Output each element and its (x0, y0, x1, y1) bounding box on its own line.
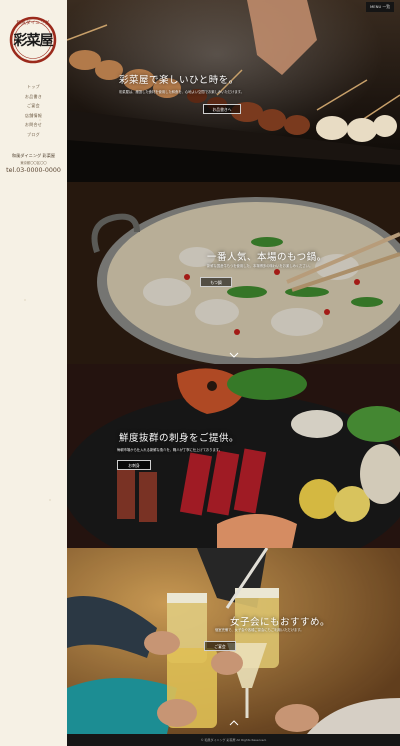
sidebar: 和風ダイニング 彩菜屋 トップ お品書き ご宴会 店舗情報 お問合せ ブログ 和… (0, 0, 67, 746)
logo-name: 彩菜屋 (13, 33, 54, 49)
party-text: 個室完備で、女子会や各種ご宴会にもご利用いただけます。 (215, 628, 304, 632)
motsunabe-section: 一番人気、本場のもつ鍋。 新鮮な国産牛もつを使用した、本場博多の味わいをお楽しみ… (67, 182, 400, 364)
logo-tagline: 和風ダイニング (16, 21, 50, 26)
hero-title: 彩菜屋で楽しいひと時を。 (119, 75, 239, 86)
hero-menu-button[interactable]: お品書きへ (203, 104, 241, 114)
motsunabe-photo (67, 182, 400, 364)
main-content: MENU 一覧 彩菜屋で楽しいひと時を。 彩菜屋は、厳選した食材を使用した和食を… (67, 0, 400, 746)
motsunabe-title: 一番人気、本場のもつ鍋。 (207, 252, 327, 263)
nav-item-shop-info[interactable]: 店舗情報 (0, 111, 67, 121)
nav-item-banquet[interactable]: ご宴会 (0, 101, 67, 111)
motsunabe-button[interactable]: もつ鍋 (200, 277, 232, 287)
store-address: 東京都〇〇区〇〇 (20, 161, 47, 165)
motsunabe-text: 新鮮な国産牛もつを使用した、本場博多の味わいをお楽しみください。 (207, 264, 313, 268)
phone-number[interactable]: tel.03-0000-0000 (0, 167, 67, 174)
nav-item-menu[interactable]: お品書き (0, 92, 67, 102)
chevron-down-icon[interactable] (229, 352, 239, 358)
sashimi-section: 鮮度抜群の刺身をご提供。 毎朝市場から仕入れる新鮮な魚介を、職人が丁寧に仕上げて… (67, 364, 400, 548)
sashimi-button[interactable]: お刺身 (117, 460, 151, 470)
sidebar-nav: トップ お品書き ご宴会 店舗情報 お問合せ ブログ (0, 82, 67, 139)
store-name: 和風ダイニング 彩菜屋 (11, 153, 56, 158)
hero-text: 彩菜屋は、厳選した食材を使用した和食を、心地よい空間でお楽しみいただけます。 (119, 90, 244, 94)
party-section: 女子会にもおすすめ。 個室完備で、女子会や各種ご宴会にもご利用いただけます。 ご… (67, 548, 400, 734)
chevron-up-icon[interactable] (229, 720, 239, 726)
menu-button[interactable]: MENU 一覧 (366, 2, 394, 12)
hero-section: 彩菜屋で楽しいひと時を。 彩菜屋は、厳選した食材を使用した和食を、心地よい空間で… (67, 0, 400, 182)
sashimi-title: 鮮度抜群の刺身をご提供。 (119, 433, 240, 444)
nav-item-contact[interactable]: お問合せ (0, 120, 67, 130)
party-title: 女子会にもおすすめ。 (230, 617, 331, 628)
nav-item-top[interactable]: トップ (0, 82, 67, 92)
footer: © 和風ダイニング 彩菜屋 All Rights Reserved. (67, 734, 400, 746)
sashimi-photo (67, 364, 400, 548)
nav-item-blog[interactable]: ブログ (0, 130, 67, 140)
sashimi-text: 毎朝市場から仕入れる新鮮な魚介を、職人が丁寧に仕上げております。 (117, 448, 223, 452)
party-button[interactable]: ご宴会 (204, 641, 236, 651)
